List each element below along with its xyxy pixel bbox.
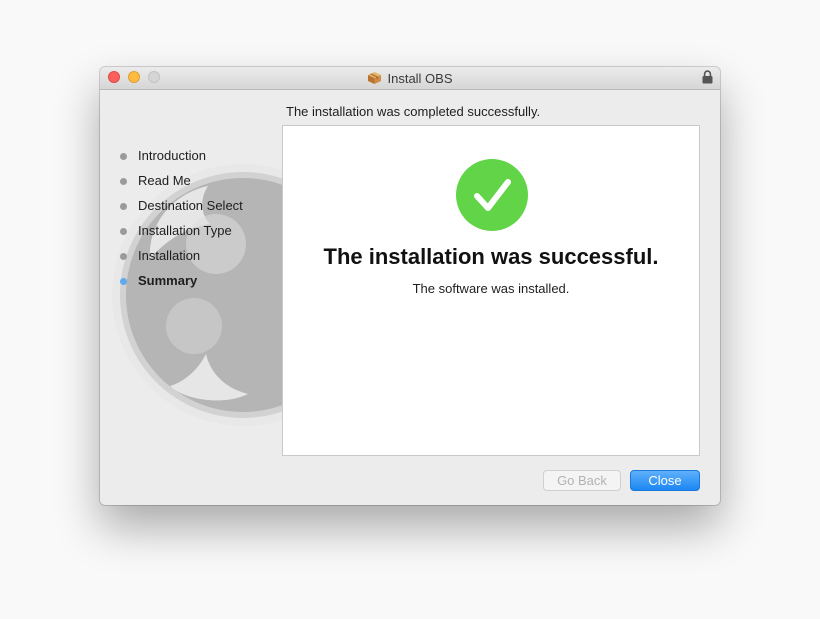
step-label: Installation	[138, 248, 201, 263]
header-message: The installation was completed successfu…	[286, 104, 541, 119]
lock-icon	[702, 70, 713, 84]
step-label: Introduction	[138, 148, 206, 163]
window-title: Install OBS	[387, 70, 453, 86]
step-installation: Installation	[120, 247, 243, 272]
step-dot	[120, 228, 127, 235]
step-dot	[120, 153, 127, 160]
step-summary: Summary	[120, 272, 243, 297]
window-title-wrap: Install OBS	[100, 67, 720, 89]
step-label: Destination Select	[138, 198, 243, 213]
step-installation-type: Installation Type	[120, 222, 243, 247]
success-title: The installation was successful.	[323, 244, 659, 269]
step-dot	[120, 203, 127, 210]
step-dot	[120, 178, 127, 185]
step-dot-current	[120, 278, 127, 285]
step-label: Installation Type	[138, 223, 232, 238]
step-destination-select: Destination Select	[120, 197, 243, 222]
step-read-me: Read Me	[120, 172, 243, 197]
close-button[interactable]: Close	[630, 470, 700, 491]
success-subtitle: The software was installed.	[412, 281, 570, 296]
step-dot	[120, 253, 127, 260]
summary-panel: The installation was successful. The sof…	[282, 125, 700, 456]
checkmark-icon	[456, 159, 528, 231]
go-back-button[interactable]: Go Back	[543, 470, 621, 491]
step-label: Summary	[138, 273, 198, 288]
package-icon	[367, 71, 382, 85]
step-label: Read Me	[138, 173, 191, 188]
title-bar[interactable]: Install OBS	[100, 67, 720, 90]
step-introduction: Introduction	[120, 147, 243, 172]
installer-window: Install OBS Introduction Read Me Destina…	[100, 67, 720, 505]
installer-steps: Introduction Read Me Destination Select …	[120, 147, 243, 297]
